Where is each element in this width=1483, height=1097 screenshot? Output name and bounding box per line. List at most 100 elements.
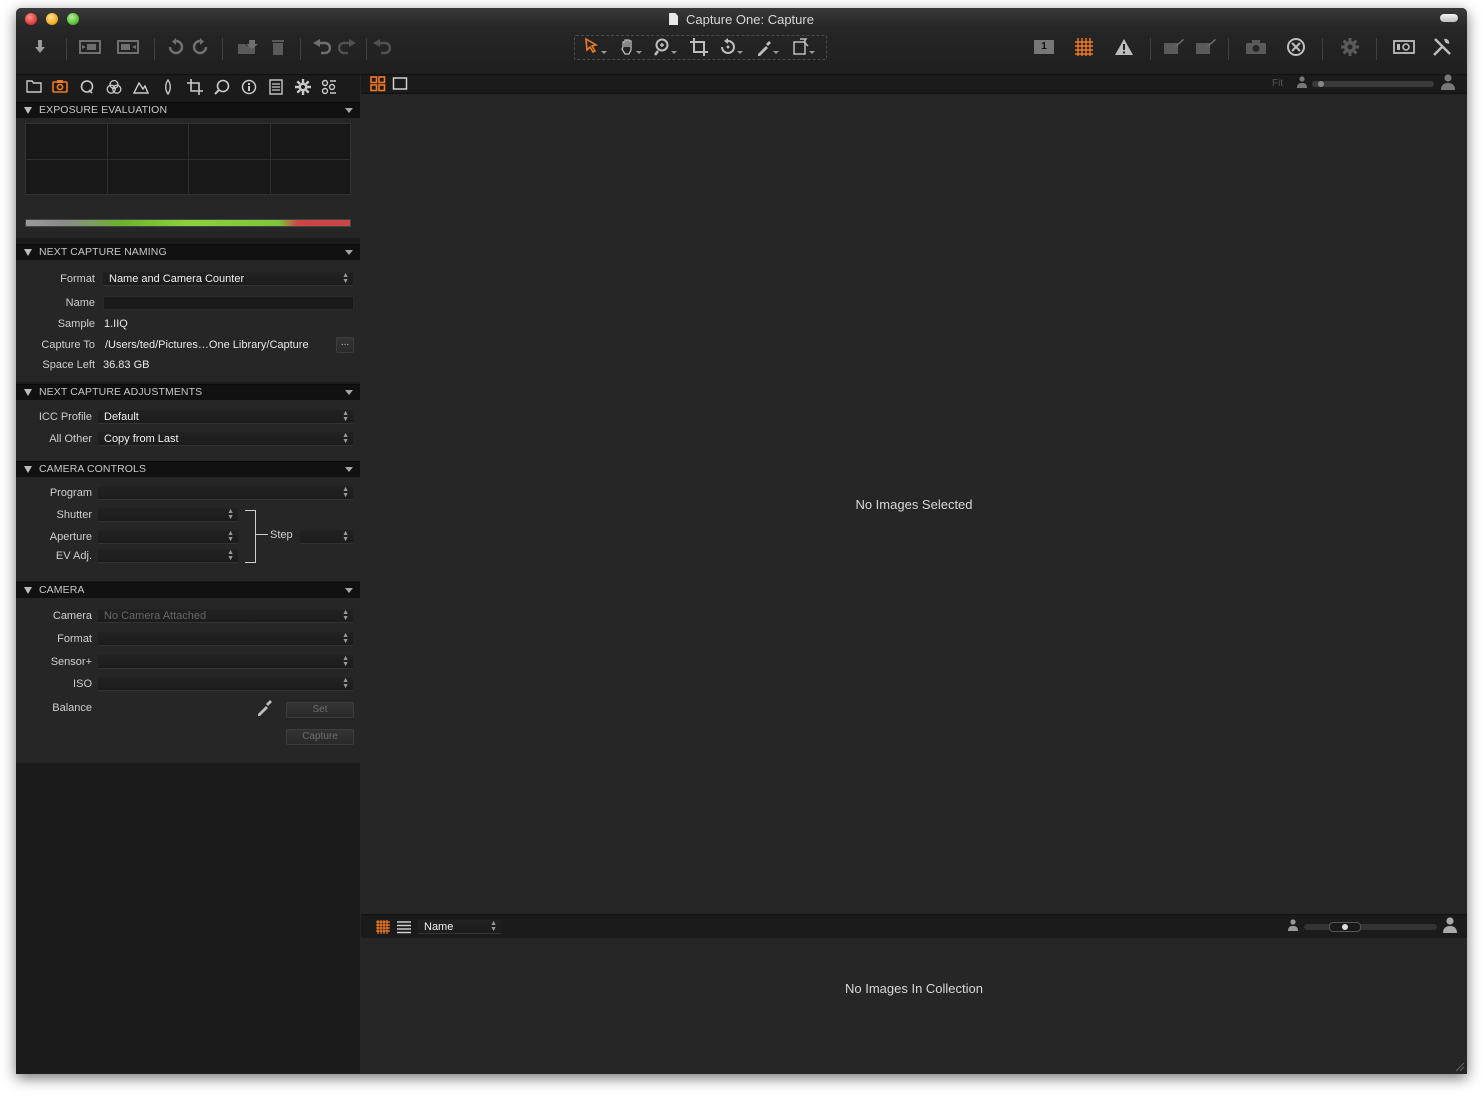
collapse-triangle-icon[interactable] bbox=[24, 587, 32, 594]
reset-icon[interactable] bbox=[372, 36, 392, 58]
rotate-right-icon[interactable] bbox=[190, 36, 210, 58]
crop-tab-icon[interactable] bbox=[187, 79, 203, 95]
image-viewer[interactable]: No Images Selected bbox=[361, 94, 1467, 912]
zoom-icon[interactable] bbox=[652, 36, 680, 58]
capture-to-label: Capture To bbox=[41, 339, 95, 351]
settings-icon[interactable] bbox=[1338, 36, 1362, 58]
exposure-warning-icon[interactable] bbox=[1112, 36, 1136, 58]
slider-knob[interactable] bbox=[1342, 924, 1348, 930]
step-select[interactable]: ▲ ▼ bbox=[300, 530, 353, 544]
program-select[interactable]: ▲ ▼ bbox=[98, 486, 353, 500]
pan-icon[interactable] bbox=[617, 36, 645, 58]
collapse-triangle-icon[interactable] bbox=[24, 249, 32, 256]
section-menu-icon[interactable] bbox=[345, 467, 353, 472]
naming-format-select[interactable]: Name and Camera Counter ▲ ▼ bbox=[103, 272, 353, 286]
sort-select[interactable]: Name ▲ ▼ bbox=[418, 920, 501, 934]
lens-tab-icon[interactable] bbox=[79, 79, 95, 95]
section-menu-icon[interactable] bbox=[345, 390, 353, 395]
sample-label: Sample bbox=[57, 318, 95, 330]
image-browser[interactable]: No Images In Collection bbox=[361, 938, 1467, 1074]
capture-icon[interactable] bbox=[78, 36, 102, 58]
step-bracket bbox=[245, 510, 256, 563]
trash-icon[interactable] bbox=[268, 36, 288, 58]
program-label: Program bbox=[49, 487, 92, 499]
resize-grip-icon[interactable] bbox=[1455, 1062, 1465, 1072]
proof-icon[interactable] bbox=[1392, 36, 1416, 58]
sort-value: Name bbox=[424, 921, 454, 933]
capture-tab-icon[interactable] bbox=[52, 79, 68, 95]
settings-tab-icon[interactable] bbox=[295, 79, 311, 95]
exposure-tab-icon[interactable] bbox=[132, 79, 150, 95]
select-arrows-icon: ▲ ▼ bbox=[342, 272, 349, 285]
camera-controls-header[interactable]: CAMERA CONTROLS bbox=[16, 461, 360, 477]
undo-icon[interactable] bbox=[312, 36, 332, 58]
collapse-triangle-icon[interactable] bbox=[24, 107, 32, 114]
all-other-select[interactable]: Copy from Last ▲ ▼ bbox=[98, 432, 353, 446]
thumbnail-size-slider[interactable] bbox=[1304, 922, 1437, 932]
viewer-zoom-slider[interactable] bbox=[1312, 81, 1434, 87]
collapse-triangle-icon[interactable] bbox=[24, 466, 32, 473]
icc-profile-value: Default bbox=[104, 411, 139, 423]
camera-icon[interactable] bbox=[1244, 36, 1268, 58]
section-menu-icon[interactable] bbox=[345, 108, 353, 113]
capture-button[interactable]: Capture bbox=[286, 729, 354, 745]
large-person-icon bbox=[1441, 74, 1455, 93]
select-cursor-icon[interactable] bbox=[582, 36, 610, 58]
grid-view-icon[interactable] bbox=[375, 919, 391, 935]
shutter-select[interactable]: ▲ ▼ bbox=[98, 508, 238, 522]
single-view-number: 1 bbox=[1034, 40, 1054, 54]
metadata-tab-icon[interactable] bbox=[241, 79, 257, 95]
section-menu-icon[interactable] bbox=[345, 250, 353, 255]
open-with-icon[interactable] bbox=[1194, 36, 1218, 58]
list-view-icon[interactable] bbox=[396, 919, 412, 935]
color-tab-icon[interactable] bbox=[106, 79, 122, 95]
single-view-icon[interactable]: 1 bbox=[1032, 36, 1056, 58]
single-image-view-icon[interactable] bbox=[392, 76, 408, 92]
edit-with-icon[interactable] bbox=[1162, 36, 1186, 58]
redo-icon[interactable] bbox=[337, 36, 357, 58]
aperture-select[interactable]: ▲ ▼ bbox=[98, 530, 238, 544]
grid-icon[interactable] bbox=[1072, 36, 1096, 58]
library-tab-icon[interactable] bbox=[26, 79, 42, 95]
toolbar-toggle-button[interactable] bbox=[1440, 14, 1458, 22]
set-balance-button[interactable]: Set bbox=[286, 702, 354, 718]
local-adjust-tab-icon[interactable] bbox=[214, 79, 230, 95]
browse-folder-button[interactable]: ... bbox=[336, 337, 354, 353]
rotate-icon[interactable] bbox=[718, 36, 746, 58]
icc-profile-select[interactable]: Default ▲ ▼ bbox=[98, 410, 353, 424]
section-menu-icon[interactable] bbox=[345, 588, 353, 593]
slider-knob[interactable] bbox=[1318, 81, 1324, 87]
rotate-left-icon[interactable] bbox=[166, 36, 186, 58]
import-icon[interactable] bbox=[30, 36, 50, 58]
capture-pilot-icon[interactable] bbox=[116, 36, 140, 58]
multi-view-icon[interactable] bbox=[370, 76, 386, 92]
output-tab-icon[interactable] bbox=[268, 79, 284, 95]
iso-select[interactable]: ▲ ▼ bbox=[98, 677, 353, 691]
camera-header[interactable]: CAMERA bbox=[16, 582, 360, 598]
next-capture-naming-header[interactable]: NEXT CAPTURE NAMING bbox=[16, 244, 360, 260]
no-images-in-collection-message: No Images In Collection bbox=[844, 981, 983, 996]
customize-icon[interactable] bbox=[1430, 36, 1454, 58]
crop-icon[interactable] bbox=[688, 36, 710, 58]
stop-icon[interactable] bbox=[1284, 36, 1308, 58]
copy-apply-icon[interactable] bbox=[790, 36, 818, 58]
section-title: EXPOSURE EVALUATION bbox=[39, 104, 168, 116]
ev-adj-select[interactable]: ▲ ▼ bbox=[98, 549, 238, 563]
sensor-plus-select[interactable]: ▲ ▼ bbox=[98, 655, 353, 669]
camera-select[interactable]: No Camera Attached ▲ ▼ bbox=[98, 609, 353, 623]
picker-icon[interactable] bbox=[754, 36, 782, 58]
white-balance-picker-icon[interactable] bbox=[256, 698, 274, 716]
name-field[interactable] bbox=[103, 296, 354, 310]
large-person-icon bbox=[1443, 917, 1457, 936]
details-tab-icon[interactable] bbox=[160, 78, 176, 96]
fit-label: Fit bbox=[1272, 78, 1284, 89]
next-capture-adjustments-header[interactable]: NEXT CAPTURE ADJUSTMENTS bbox=[16, 384, 360, 400]
icc-profile-label: ICC Profile bbox=[38, 411, 92, 423]
histogram bbox=[25, 123, 351, 195]
move-to-folder-icon[interactable] bbox=[236, 36, 260, 58]
batch-tab-icon[interactable] bbox=[321, 79, 337, 95]
exposure-evaluation-header[interactable]: EXPOSURE EVALUATION bbox=[16, 102, 360, 118]
collapse-triangle-icon[interactable] bbox=[24, 389, 32, 396]
iso-label: ISO bbox=[73, 678, 92, 690]
camera-format-select[interactable]: ▲ ▼ bbox=[98, 632, 353, 646]
